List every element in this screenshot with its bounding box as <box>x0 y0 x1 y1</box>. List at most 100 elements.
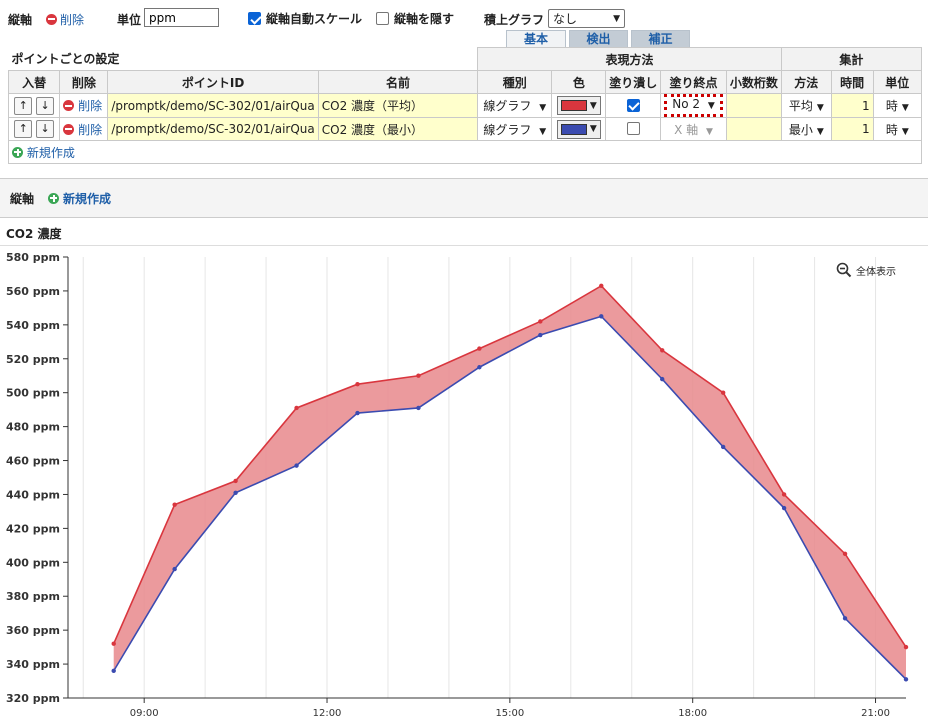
type-value: 線グラフ <box>483 99 532 113</box>
data-point <box>172 502 177 507</box>
decimals-input[interactable] <box>725 117 782 141</box>
y-tick-label: 440 ppm <box>6 488 60 501</box>
decimals-input[interactable] <box>725 93 782 118</box>
time-input[interactable]: 1 <box>830 117 874 141</box>
y-tick-label: 400 ppm <box>6 556 60 569</box>
table-row: ↑ ↓ 削除 /promptk/demo/SC-302/01/airQua CO… <box>7 117 923 141</box>
move-up-button[interactable]: ↑ <box>14 120 33 138</box>
y-tick-label: 320 ppm <box>6 692 60 705</box>
color-swatch <box>560 123 587 135</box>
data-point <box>538 332 543 338</box>
delete-axis-button[interactable]: 削除 <box>46 11 84 28</box>
y-tick-label: 560 ppm <box>6 285 60 298</box>
delete-axis-label: 削除 <box>60 12 85 27</box>
data-point <box>720 444 726 450</box>
data-point <box>355 410 360 416</box>
unit-select[interactable]: 時 ▼ <box>886 123 909 137</box>
auto-scale-label: 縦軸自動スケール <box>266 12 363 26</box>
fill-end-select[interactable]: No 2 ▼ <box>664 94 723 117</box>
data-point <box>233 490 238 495</box>
col-unit: 単位 <box>872 70 923 94</box>
table-row: ↑ ↓ 削除 /promptk/demo/SC-302/01/airQua CO… <box>7 93 923 118</box>
data-point <box>477 365 482 370</box>
data-point <box>233 478 238 484</box>
name-cell[interactable]: CO2 濃度（最小） <box>317 117 479 141</box>
add-icon <box>48 192 60 204</box>
data-point <box>781 492 787 497</box>
co2-chart[interactable]: 320 ppm 340 ppm 360 ppm 380 ppm 400 ppm 420 p… <box>0 247 928 720</box>
time-input[interactable]: 1 <box>830 93 874 118</box>
y-tick-label: 480 ppm <box>6 421 60 434</box>
data-point <box>781 505 787 511</box>
fill-checkbox[interactable] <box>626 122 640 135</box>
axis-section: 縦軸 新規作成 <box>0 178 928 218</box>
unit-select[interactable]: 時 ▼ <box>886 99 909 113</box>
stack-graph-value: なし <box>553 12 578 26</box>
col-time: 時間 <box>830 70 874 94</box>
fit-all-button[interactable]: 全体表示 <box>836 262 896 278</box>
name-cell[interactable]: CO2 濃度（平均） <box>317 93 479 118</box>
col-method: 方法 <box>780 70 832 94</box>
method-select[interactable]: 平均 ▼ <box>789 99 824 113</box>
data-point <box>599 314 604 319</box>
method-value: 最小 <box>788 122 813 137</box>
unit-input[interactable] <box>144 8 219 27</box>
new-point-button[interactable]: 新規作成 <box>8 140 922 164</box>
chevron-down-icon: ▼ <box>706 126 713 137</box>
delete-row-button[interactable]: 削除 <box>59 93 109 118</box>
color-picker[interactable]: ▼ <box>556 119 601 139</box>
y-tick-label: 340 ppm <box>6 658 60 671</box>
delete-icon <box>63 100 75 111</box>
hide-axis-label: 縦軸を隠す <box>394 12 455 26</box>
col-color: 色 <box>551 70 607 94</box>
method-value: 平均 <box>788 99 813 113</box>
data-point <box>111 668 116 674</box>
fill-checkbox[interactable] <box>626 98 640 112</box>
y-tick-label: 380 ppm <box>6 590 60 603</box>
y-tick-label: 420 ppm <box>6 522 60 535</box>
col-decimals: 小数桁数 <box>725 70 782 94</box>
point-id-cell[interactable]: /promptk/demo/SC-302/01/airQua <box>107 93 319 118</box>
data-point <box>294 463 299 468</box>
color-picker[interactable]: ▼ <box>556 96 601 115</box>
delete-row-button[interactable]: 削除 <box>59 117 109 141</box>
data-point <box>842 551 848 557</box>
data-point <box>720 390 726 395</box>
data-point <box>660 348 665 353</box>
chart-title-bar: CO2 濃度 <box>0 222 928 246</box>
axis-section-label: 縦軸 <box>10 191 35 206</box>
data-point <box>842 616 848 621</box>
chevron-down-icon: ▼ <box>539 126 547 137</box>
point-id-cell[interactable]: /promptk/demo/SC-302/01/airQua <box>107 117 319 141</box>
col-fill: 塗り潰し <box>605 70 662 94</box>
unit-value: 時 <box>885 122 898 137</box>
data-point <box>903 677 909 682</box>
move-down-button[interactable]: ↓ <box>36 96 55 115</box>
move-down-button[interactable]: ↓ <box>36 120 55 138</box>
tab-basic[interactable]: 基本 <box>506 30 566 47</box>
type-select[interactable]: 線グラフ ▼ <box>483 99 546 113</box>
move-up-button[interactable]: ↑ <box>14 96 33 115</box>
data-point <box>294 405 299 411</box>
fill-end-select[interactable]: X 軸 ▼ <box>674 123 713 137</box>
new-axis-button[interactable]: 新規作成 <box>48 190 111 207</box>
auto-scale-checkbox[interactable] <box>248 12 261 25</box>
chevron-down-icon: ▼ <box>589 100 597 111</box>
y-tick-label: 500 ppm <box>6 387 60 400</box>
add-icon <box>12 146 23 158</box>
color-swatch <box>560 100 587 111</box>
tab-correct[interactable]: 補正 <box>631 30 690 47</box>
hide-axis-checkbox[interactable] <box>376 12 389 25</box>
data-point <box>416 405 421 411</box>
chevron-down-icon: ▼ <box>816 126 824 137</box>
stack-graph-select[interactable]: なし ▼ <box>548 9 625 28</box>
type-select[interactable]: 線グラフ ▼ <box>483 123 546 137</box>
data-point <box>111 641 116 646</box>
fill-end-value: X 軸 <box>674 122 699 137</box>
data-point <box>477 346 482 351</box>
y-tick-label: 460 ppm <box>6 455 60 468</box>
method-select[interactable]: 最小 ▼ <box>789 123 824 137</box>
data-point <box>172 566 177 572</box>
tab-detect[interactable]: 検出 <box>569 30 628 47</box>
chevron-down-icon: ▼ <box>539 103 547 113</box>
